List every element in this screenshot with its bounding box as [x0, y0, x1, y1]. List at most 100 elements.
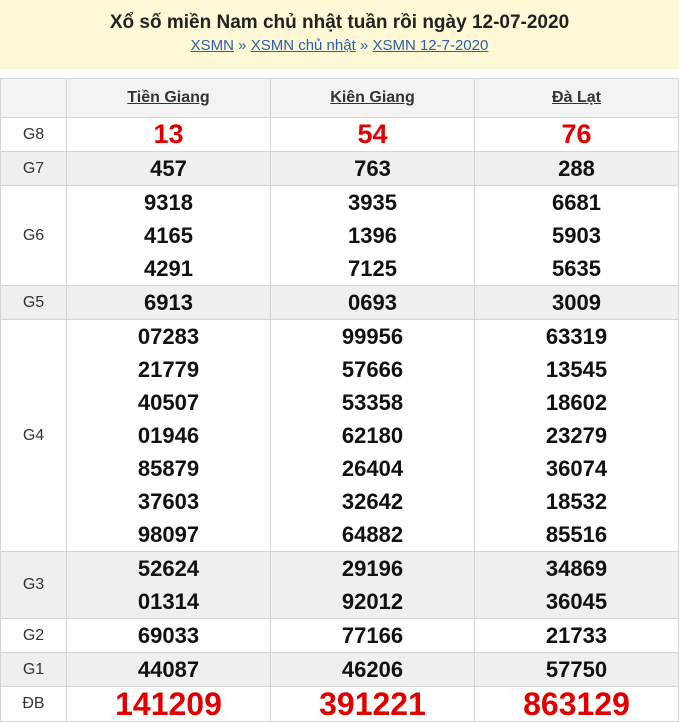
result-number: 4165 — [144, 223, 193, 248]
prize-label: G6 — [0, 185, 67, 286]
breadcrumb-separator: » — [238, 37, 247, 54]
result-number: 62180 — [341, 423, 404, 448]
result-number: 85879 — [137, 456, 200, 481]
result-number: 391221 — [319, 685, 426, 722]
result-cell: 46206 — [270, 652, 475, 687]
result-number: 44087 — [137, 657, 200, 682]
result-number: 57750 — [545, 657, 608, 682]
result-cell: 07283 21779 40507 01946 85879 37603 98097 — [66, 319, 271, 552]
column-header: Đà Lạt — [474, 78, 679, 118]
result-cell: 29196 92012 — [270, 551, 475, 619]
prize-label: G2 — [0, 618, 67, 653]
result-cell: 3935 1396 7125 — [270, 185, 475, 286]
result-number: 457 — [150, 156, 187, 181]
result-cell: 54 — [270, 117, 475, 152]
result-cell: 76 — [474, 117, 679, 152]
result-number: 52624 — [137, 556, 200, 581]
result-number: 9318 — [144, 190, 193, 215]
result-number: 7125 — [348, 256, 397, 281]
result-number: 36074 — [545, 456, 608, 481]
result-number: 69033 — [137, 623, 200, 648]
result-cell: 44087 — [66, 652, 271, 687]
result-number: 85516 — [545, 522, 608, 547]
results-table: Tiền Giang Kiên Giang Đà Lạt G8 13 54 76 G7 4… — [0, 78, 679, 722]
result-cell: 21733 — [474, 618, 679, 653]
breadcrumb-xsmn-sunday[interactable]: XSMN chủ nhật — [251, 37, 356, 54]
page-title: Xổ số miền Nam chủ nhật tuần rồi ngày 12… — [109, 12, 570, 33]
result-number: 36045 — [545, 589, 608, 614]
table-row: G5 6913 0693 3009 — [0, 285, 679, 320]
result-number: 763 — [354, 156, 391, 181]
result-number: 01314 — [137, 589, 200, 614]
result-cell: 34869 36045 — [474, 551, 679, 619]
result-number: 5635 — [552, 256, 601, 281]
breadcrumb-separator: » — [359, 37, 369, 54]
result-cell: 391221 — [270, 685, 475, 722]
column-header: Kiên Giang — [270, 78, 475, 118]
result-number: 01946 — [137, 423, 200, 448]
prize-label: G1 — [0, 652, 67, 687]
breadcrumb-xsmn[interactable]: XSMN — [191, 37, 234, 54]
province-link-da-lat[interactable]: Đà Lạt — [552, 89, 601, 106]
result-cell: 9318 4165 4291 — [66, 185, 271, 286]
result-number: 64882 — [341, 522, 404, 547]
result-cell: 0693 — [270, 285, 475, 320]
table-row: G4 07283 21779 40507 01946 85879 37603 98097 999… — [0, 319, 679, 552]
result-number: 98097 — [137, 522, 200, 547]
result-number: 53358 — [341, 390, 404, 415]
result-cell: 457 — [66, 151, 271, 186]
breadcrumb: XSMN » XSMN chủ nhật » XSMN 12-7-2020 — [0, 36, 679, 56]
table-row: G1 44087 46206 57750 — [0, 652, 679, 687]
column-header: Tiền Giang — [66, 78, 271, 118]
result-number: 0693 — [348, 290, 397, 315]
result-number: 54 — [357, 119, 388, 149]
result-number: 21779 — [137, 357, 200, 382]
result-cell: 863129 — [474, 686, 679, 722]
result-number: 18532 — [545, 489, 608, 514]
table-row: G8 13 54 76 — [0, 117, 679, 152]
table-row: G2 69033 77166 21733 — [0, 618, 679, 653]
result-number: 26404 — [341, 456, 404, 481]
prize-column-header — [0, 78, 67, 118]
result-number: 07283 — [137, 324, 200, 349]
prize-label: G4 — [0, 319, 67, 552]
result-cell: 13 — [66, 117, 271, 152]
result-cell: 141209 — [66, 685, 271, 722]
result-number: 5903 — [552, 223, 601, 248]
prize-label: G8 — [0, 117, 67, 152]
result-number: 99956 — [341, 324, 404, 349]
result-cell: 99956 57666 53358 62180 26404 32642 64882 — [270, 319, 475, 552]
result-number: 3009 — [552, 290, 601, 315]
prize-label: G5 — [0, 285, 67, 320]
result-cell: 6681 5903 5635 — [474, 185, 679, 286]
result-number: 32642 — [341, 489, 404, 514]
table-row: G7 457 763 288 — [0, 151, 679, 186]
result-number: 21733 — [545, 623, 608, 648]
result-number: 77166 — [341, 623, 404, 648]
result-number: 1396 — [348, 223, 397, 248]
table-header-row: Tiền Giang Kiên Giang Đà Lạt — [0, 78, 679, 118]
result-number: 46206 — [341, 657, 404, 682]
province-link-tien-giang[interactable]: Tiền Giang — [127, 89, 209, 106]
result-cell: 77166 — [270, 618, 475, 653]
result-number: 29196 — [341, 556, 404, 581]
result-cell: 57750 — [474, 652, 679, 687]
result-cell: 52624 01314 — [66, 551, 271, 619]
table-row: G6 9318 4165 4291 3935 1396 7125 6681 5903 5635 — [0, 185, 679, 286]
result-number: 37603 — [137, 489, 200, 514]
result-number: 63319 — [545, 324, 608, 349]
prize-label: ĐB — [0, 686, 67, 722]
province-link-kien-giang[interactable]: Kiên Giang — [330, 89, 414, 106]
result-cell: 6913 — [66, 285, 271, 320]
result-number: 13 — [153, 119, 184, 149]
table-row: G3 52624 01314 29196 92012 34869 36045 — [0, 551, 679, 619]
breadcrumb-xsmn-date[interactable]: XSMN 12-7-2020 — [372, 37, 488, 54]
result-number: 40507 — [137, 390, 200, 415]
result-number: 76 — [561, 119, 592, 149]
result-number: 34869 — [545, 556, 608, 581]
result-number: 141209 — [115, 685, 222, 722]
result-cell: 763 — [270, 151, 475, 186]
result-number: 288 — [558, 156, 595, 181]
result-number: 4291 — [144, 256, 193, 281]
result-number: 13545 — [545, 357, 608, 382]
